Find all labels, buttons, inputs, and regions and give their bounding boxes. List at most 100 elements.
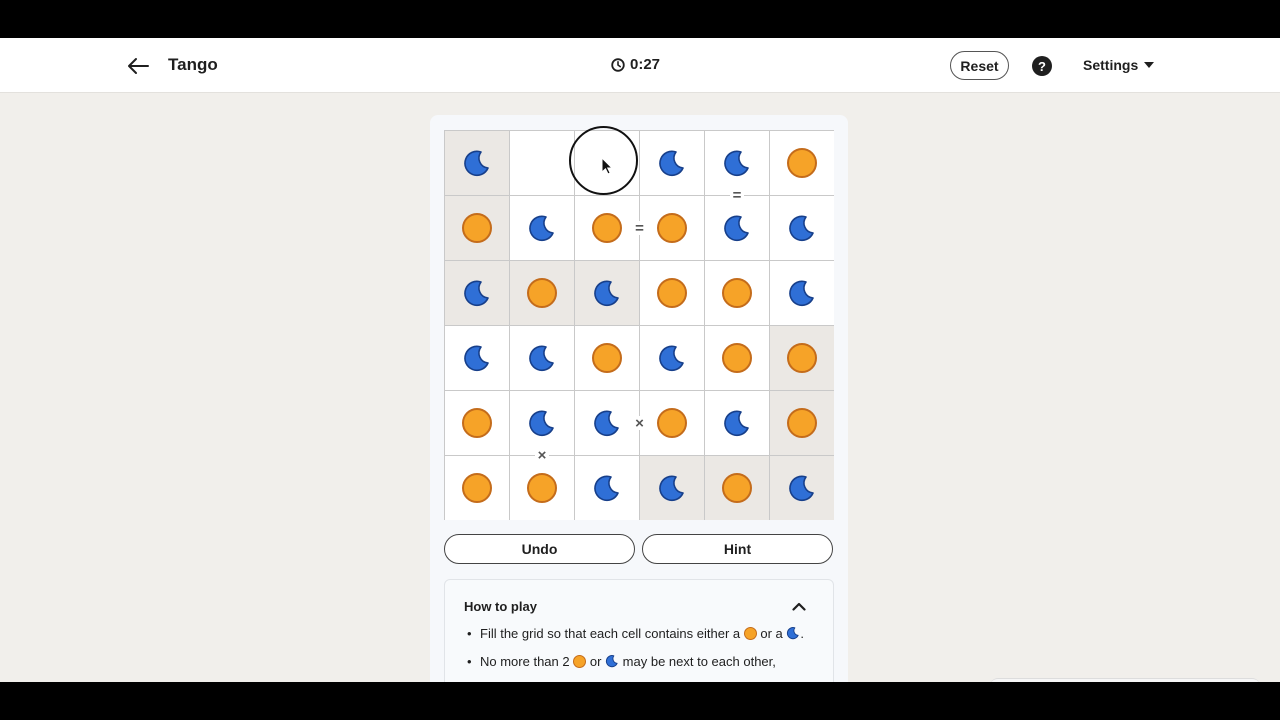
board-cell[interactable] [640, 196, 704, 260]
board-cell[interactable] [445, 196, 509, 260]
equal-constraint: = [730, 188, 744, 203]
board-cell[interactable] [575, 131, 639, 195]
moon-icon [529, 215, 554, 242]
moon-icon [605, 655, 618, 668]
moon-icon [464, 150, 489, 177]
moon-icon [659, 475, 684, 502]
sun-icon [743, 627, 757, 640]
sun-icon [573, 655, 587, 668]
board-cell[interactable] [575, 196, 639, 260]
undo-button[interactable]: Undo [444, 534, 635, 564]
board-cell[interactable] [770, 456, 834, 520]
board-cell[interactable] [510, 456, 574, 520]
moon-icon [529, 410, 554, 437]
moon-icon [789, 215, 814, 242]
sun-icon [787, 408, 817, 438]
how-to-play-title: How to play [464, 599, 537, 614]
page-title: Tango [168, 55, 218, 74]
moon-icon [529, 345, 554, 372]
top-bar: Tango 0:27 Reset ? Settings [0, 38, 1280, 93]
board-cell[interactable] [640, 326, 704, 390]
moon-icon [594, 280, 619, 307]
tango-board [444, 130, 834, 520]
equal-constraint: = [632, 221, 647, 236]
board-cell[interactable] [770, 391, 834, 455]
board-cell[interactable] [705, 326, 769, 390]
moon-icon [789, 475, 814, 502]
settings-label: Settings [1083, 57, 1139, 73]
moon-icon [659, 345, 684, 372]
rule-item: No more than 2 or may be next to each ot… [465, 654, 815, 670]
board-cell[interactable] [705, 196, 769, 260]
clock-icon [611, 57, 625, 72]
board-cell[interactable] [575, 326, 639, 390]
moon-icon [594, 475, 619, 502]
moon-icon [724, 410, 749, 437]
moon-icon [787, 627, 800, 640]
board-cell[interactable] [640, 261, 704, 325]
sun-icon [657, 213, 687, 243]
board-cell[interactable] [705, 131, 769, 195]
moon-icon [724, 150, 749, 177]
board-cell[interactable] [510, 196, 574, 260]
board-cell[interactable] [575, 261, 639, 325]
game-viewport: Tango 0:27 Reset ? Settings = = × × Undo Hi… [0, 38, 1280, 682]
sun-icon [722, 343, 752, 373]
board-cell[interactable] [640, 131, 704, 195]
sun-icon [462, 213, 492, 243]
board-cell[interactable] [770, 196, 834, 260]
settings-dropdown[interactable]: Settings [1083, 57, 1155, 73]
board-cell[interactable] [510, 326, 574, 390]
sun-icon [722, 473, 752, 503]
moon-icon [724, 215, 749, 242]
board-cell[interactable] [770, 261, 834, 325]
board-cell[interactable] [640, 391, 704, 455]
opposite-constraint: × [632, 416, 647, 431]
back-arrow-icon[interactable] [124, 52, 152, 80]
moon-icon [464, 345, 489, 372]
board-cell[interactable] [575, 456, 639, 520]
board-cell[interactable] [445, 326, 509, 390]
board-cell[interactable] [705, 456, 769, 520]
board-cell[interactable] [705, 261, 769, 325]
sun-icon [657, 278, 687, 308]
sun-icon [527, 473, 557, 503]
board-cell[interactable] [510, 391, 574, 455]
sun-icon [527, 278, 557, 308]
sun-icon [462, 473, 492, 503]
board-cell[interactable] [575, 391, 639, 455]
board-cell[interactable] [445, 261, 509, 325]
board-cell[interactable] [445, 456, 509, 520]
rules-list: Fill the grid so that each cell contains… [465, 626, 815, 682]
sun-icon [787, 343, 817, 373]
how-to-play-panel: How to play Fill the grid so that each c… [444, 579, 834, 682]
caret-down-icon [1144, 62, 1155, 68]
timer: 0:27 [611, 56, 660, 73]
moon-icon [464, 280, 489, 307]
board-cell[interactable] [770, 131, 834, 195]
timer-value: 0:27 [630, 56, 661, 73]
sun-icon [462, 408, 492, 438]
sun-icon [722, 278, 752, 308]
board-cell[interactable] [770, 326, 834, 390]
board-cell[interactable] [445, 391, 509, 455]
chevron-up-icon[interactable] [791, 598, 807, 614]
board-cell[interactable] [640, 456, 704, 520]
sun-icon [592, 343, 622, 373]
board-cell[interactable] [705, 391, 769, 455]
reset-button[interactable]: Reset [950, 51, 1009, 80]
sun-icon [657, 408, 687, 438]
board-cell[interactable] [445, 131, 509, 195]
moon-icon [659, 150, 684, 177]
board-cell[interactable] [510, 131, 574, 195]
hint-button[interactable]: Hint [642, 534, 833, 564]
help-icon[interactable]: ? [1032, 56, 1052, 76]
board-cell[interactable] [510, 261, 574, 325]
sun-icon [592, 213, 622, 243]
opposite-constraint: × [535, 448, 549, 463]
moon-icon [789, 280, 814, 307]
side-panel-edge [990, 678, 1260, 682]
rule-item: Fill the grid so that each cell contains… [465, 626, 815, 642]
moon-icon [594, 410, 619, 437]
sun-icon [787, 148, 817, 178]
